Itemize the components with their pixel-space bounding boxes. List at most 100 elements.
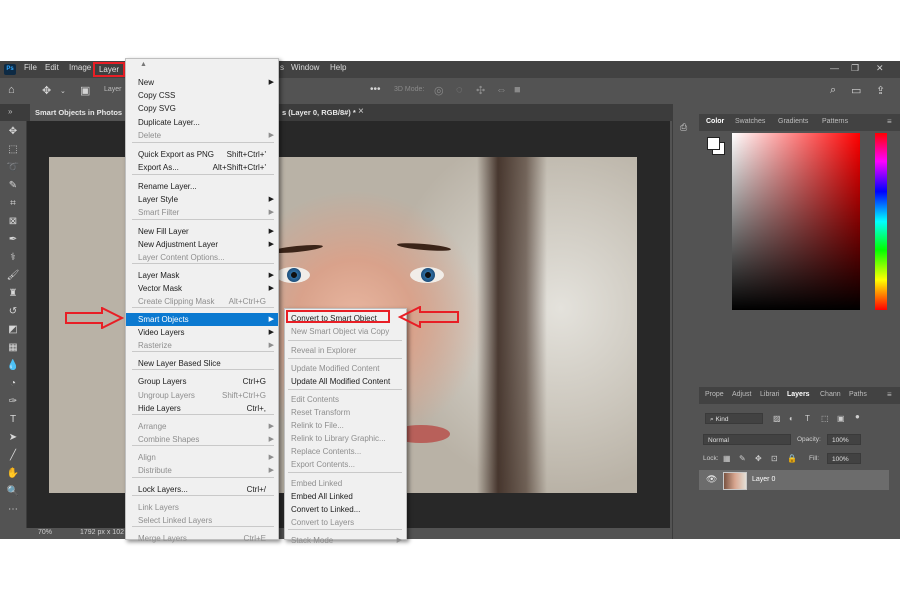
history-panel-icon[interactable]: ⎙ (680, 122, 687, 133)
menu-item-smart-filter[interactable]: Smart Filter ▶ (126, 206, 278, 219)
filter-smart-object-icon[interactable]: ▣ (837, 414, 845, 423)
tab-swatches[interactable]: Swatches (735, 118, 765, 125)
share-icon[interactable]: ⇪ (876, 84, 885, 97)
tab-patterns[interactable]: Patterns (822, 118, 848, 125)
tab-channels[interactable]: Chann (820, 391, 841, 398)
tab-adjustments[interactable]: Adjust (732, 391, 751, 398)
menu-item-video-layers[interactable]: Video Layers ▶ (126, 326, 278, 339)
filter-adjustment-icon[interactable]: ◐ (789, 414, 794, 423)
color-picker-field[interactable] (732, 133, 860, 310)
home-icon[interactable]: ⌂ (8, 84, 15, 96)
expand-panels-icon[interactable]: » (8, 107, 12, 116)
menu-item-duplicate-layer[interactable]: Duplicate Layer... (126, 116, 278, 129)
menu-item-lock-layers[interactable]: Lock Layers... Ctrl+/ (126, 483, 278, 496)
menu-item-merge-layers[interactable]: Merge Layers Ctrl+E (126, 532, 278, 545)
submenu-item-update-modified-content[interactable]: Update Modified Content (285, 362, 406, 375)
layer-name[interactable]: Layer 0 (752, 476, 775, 483)
lasso-tool-icon[interactable]: ➰ (6, 161, 20, 175)
menu-item-arrange[interactable]: Arrange ▶ (126, 420, 278, 433)
menu-item-align[interactable]: Align ▶ (126, 451, 278, 464)
history-brush-icon[interactable]: ↺ (6, 305, 20, 319)
filter-toggle-icon[interactable]: ● (855, 412, 860, 421)
menu-edit[interactable]: Edit (45, 63, 59, 72)
restore-icon[interactable]: ❐ (851, 63, 859, 74)
menu-item-vector-mask[interactable]: Vector Mask ▶ (126, 282, 278, 295)
tab-gradients[interactable]: Gradients (778, 118, 808, 125)
3d-slide-icon[interactable]: ⇔ (496, 84, 507, 96)
lock-transparent-icon[interactable]: ▦ (723, 454, 731, 463)
tab-properties[interactable]: Prope (705, 391, 724, 398)
menu-item-new-fill-layer[interactable]: New Fill Layer ▶ (126, 225, 278, 238)
move-tool-icon[interactable]: ✥ (6, 125, 20, 139)
menu-item-link-layers[interactable]: Link Layers (126, 501, 278, 514)
menu-item-copy-css[interactable]: Copy CSS (126, 89, 278, 102)
submenu-item-relink-to-file[interactable]: Relink to File... (285, 419, 406, 432)
more-options-icon[interactable]: ••• (370, 84, 381, 95)
layers-panel-menu-icon[interactable]: ≡ (887, 390, 892, 399)
blend-mode-select[interactable]: Normal (703, 434, 791, 445)
stamp-tool-icon[interactable]: ♜ (6, 287, 20, 301)
tab-paths[interactable]: Paths (849, 391, 867, 398)
panel-menu-icon[interactable]: ≡ (887, 117, 892, 126)
menu-item-group-layers[interactable]: Group Layers Ctrl+G (126, 375, 278, 388)
submenu-item-new-smart-object-via-copy[interactable]: New Smart Object via Copy (285, 325, 406, 338)
3d-roll-icon[interactable]: ◌ (456, 84, 463, 96)
submenu-item-export-contents[interactable]: Export Contents... (285, 458, 406, 471)
menu-item-distribute[interactable]: Distribute ▶ (126, 464, 278, 477)
kind-filter[interactable]: ⌕ Kind (705, 413, 763, 424)
submenu-item-convert-to-layers[interactable]: Convert to Layers (285, 516, 406, 529)
document-tab-title-right[interactable]: s (Layer 0, RGB/8#) * (282, 104, 356, 121)
more-tools-icon[interactable]: ⋯ (6, 503, 20, 517)
submenu-item-replace-contents[interactable]: Replace Contents... (285, 445, 406, 458)
menu-window[interactable]: Window (291, 63, 319, 72)
menu-item-copy-svg[interactable]: Copy SVG (126, 102, 278, 115)
filter-shape-icon[interactable]: ⬚ (821, 414, 829, 423)
menu-item-select-linked-layers[interactable]: Select Linked Layers (126, 514, 278, 527)
menu-item-smart-objects[interactable]: Smart Objects ▶ (126, 313, 278, 326)
path-select-tool-icon[interactable]: ➤ (6, 431, 20, 445)
submenu-item-reveal-in-explorer[interactable]: Reveal in Explorer (285, 344, 406, 357)
menu-item-new-adjustment-layer[interactable]: New Adjustment Layer ▶ (126, 238, 278, 251)
3d-pan-icon[interactable]: ✣ (476, 84, 485, 97)
minimize-icon[interactable]: — (830, 63, 839, 73)
submenu-item-relink-to-library-graphic[interactable]: Relink to Library Graphic... (285, 432, 406, 445)
menu-item-rename-layer[interactable]: Rename Layer... (126, 180, 278, 193)
tab-layers[interactable]: Layers (787, 391, 810, 398)
brush-tool-icon[interactable]: 🖌 (6, 269, 20, 283)
healing-tool-icon[interactable]: ⚕ (6, 251, 20, 265)
eraser-tool-icon[interactable]: ◩ (6, 323, 20, 337)
menu-layer[interactable]: Layer (93, 62, 125, 77)
menu-item-delete[interactable]: Delete ▶ (126, 129, 278, 142)
chevron-down-icon[interactable]: ⌄ (60, 87, 66, 95)
foreground-color-swatch[interactable] (707, 137, 720, 150)
shape-tool-icon[interactable]: ╱ (6, 449, 20, 463)
tab-libraries[interactable]: Librari (760, 391, 779, 398)
gradient-tool-icon[interactable]: ▦ (6, 341, 20, 355)
auto-select-target[interactable]: Layer (104, 86, 122, 93)
frame-tool-icon[interactable]: ⊠ (6, 215, 20, 229)
close-icon[interactable]: ✕ (876, 63, 884, 74)
menu-view-partial[interactable]: s (280, 63, 284, 72)
scroll-up-icon[interactable]: ▲ (140, 61, 147, 68)
lock-image-icon[interactable]: ✎ (739, 454, 746, 463)
menu-item-rasterize[interactable]: Rasterize ▶ (126, 339, 278, 352)
submenu-item-stack-mode[interactable]: Stack Mode ▶ (285, 534, 406, 547)
submenu-item-convert-to-linked[interactable]: Convert to Linked... (285, 503, 406, 516)
submenu-item-update-all-modified-content[interactable]: Update All Modified Content (285, 375, 406, 388)
move-tool-icon[interactable]: ✥ (42, 84, 51, 97)
close-tab-icon[interactable]: × (358, 106, 364, 117)
3d-orbit-icon[interactable]: ◎ (434, 84, 444, 97)
3d-scale-icon[interactable]: ■ (514, 84, 521, 96)
submenu-item-reset-transform[interactable]: Reset Transform (285, 406, 406, 419)
tab-color[interactable]: Color (706, 118, 724, 125)
opacity-input[interactable]: 100% (827, 434, 861, 445)
submenu-item-embed-all-linked[interactable]: Embed All Linked (285, 490, 406, 503)
fill-input[interactable]: 100% (827, 453, 861, 464)
menu-file[interactable]: File (24, 63, 37, 72)
quick-select-tool-icon[interactable]: ✎ (6, 179, 20, 193)
menu-item-new-layer-based-slice[interactable]: New Layer Based Slice (126, 357, 278, 370)
dodge-tool-icon[interactable]: ◔ (6, 377, 20, 391)
menu-item-layer-style[interactable]: Layer Style ▶ (126, 193, 278, 206)
search-icon[interactable]: ⌕ (830, 84, 836, 97)
menu-item-new[interactable]: New ▶ (126, 76, 278, 89)
